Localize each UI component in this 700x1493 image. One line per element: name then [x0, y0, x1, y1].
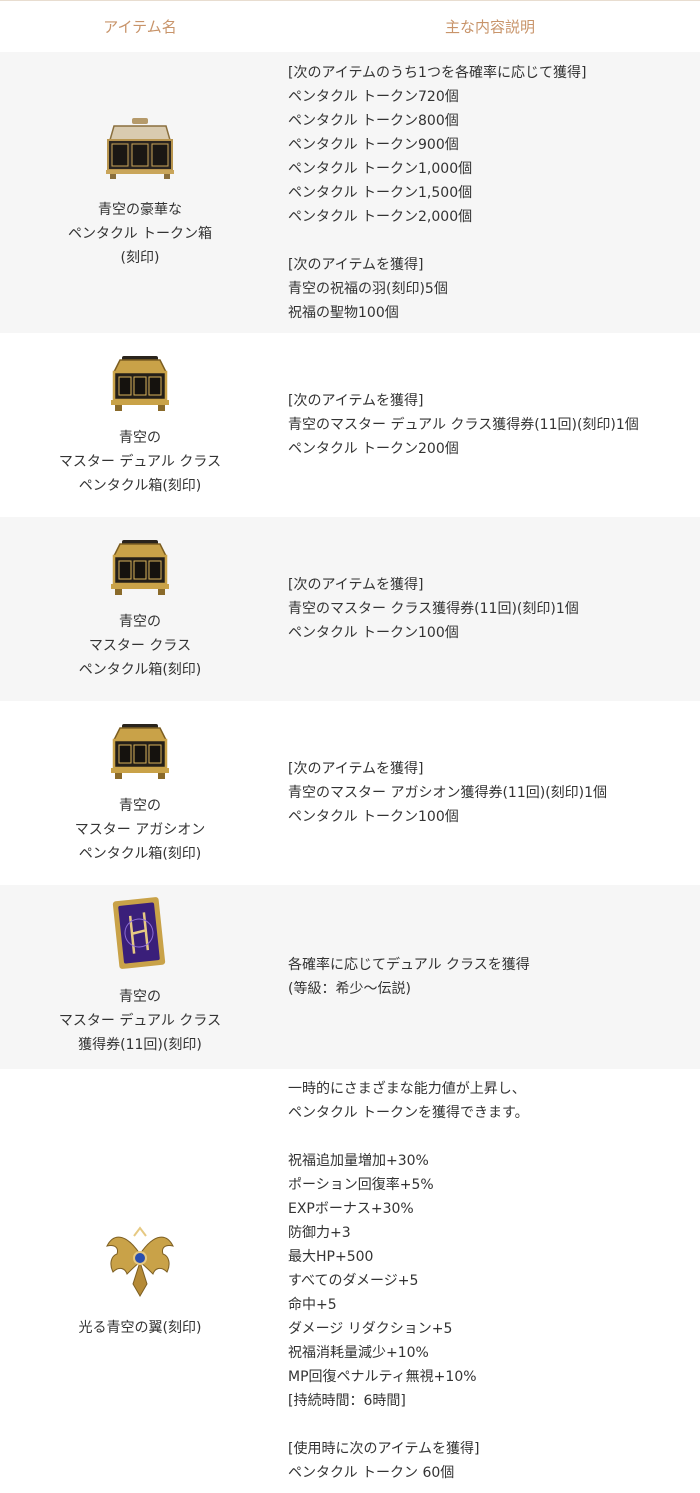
header-item-name: アイテム名 — [103, 18, 177, 36]
description-cell: 一時的にさまざまな能力値が上昇し、 ペンタクル トークンを獲得できます。 祝福追… — [280, 1077, 700, 1485]
item-description: [次のアイテムを獲得] 青空のマスター デュアル クラス獲得券(11回)(刻印)… — [288, 393, 639, 457]
gold-chest-icon — [111, 540, 169, 595]
item-name: 光る青空の翼(刻印) — [78, 1320, 202, 1336]
item-cell: 青空の マスター クラス ペンタクル箱(刻印) — [0, 536, 280, 682]
item-table: アイテム名 主な内容説明 青空の豪華な ペンタクル トークン箱 (刻印) [次の… — [0, 0, 700, 1493]
item-name: 青空の マスター クラス ペンタクル箱(刻印) — [78, 614, 202, 678]
item-name: 青空の マスター デュアル クラス ペンタクル箱(刻印) — [58, 430, 222, 494]
gold-chest-icon — [111, 356, 169, 411]
item-description: [次のアイテムを獲得] 青空のマスター アガシオン獲得券(11回)(刻印)1個 … — [288, 761, 608, 825]
table-row: 青空の豪華な ペンタクル トークン箱 (刻印) [次のアイテムのうち1つを各確率… — [0, 52, 700, 333]
table-row: 青空の マスター クラス ペンタクル箱(刻印) [次のアイテムを獲得] 青空のマ… — [0, 517, 700, 701]
luxury-chest-icon — [106, 117, 174, 179]
item-name: 青空の マスター アガシオン ペンタクル箱(刻印) — [74, 798, 206, 862]
table-header: アイテム名 主な内容説明 — [0, 0, 700, 52]
item-cell: 青空の豪華な ペンタクル トークン箱 (刻印) — [0, 116, 280, 270]
item-name: 青空の マスター デュアル クラス 獲得券(11回)(刻印) — [58, 989, 222, 1053]
item-description: [次のアイテムのうち1つを各確率に応じて獲得] ペンタクル トークン720個 ペ… — [288, 64, 587, 321]
description-cell: [次のアイテムのうち1つを各確率に応じて獲得] ペンタクル トークン720個 ペ… — [280, 61, 700, 325]
table-row: 青空の マスター デュアル クラス ペンタクル箱(刻印) [次のアイテムを獲得]… — [0, 333, 700, 517]
item-description: 一時的にさまざまな能力値が上昇し、 ペンタクル トークンを獲得できます。 祝福追… — [288, 1081, 529, 1481]
table-row: 青空の マスター アガシオン ペンタクル箱(刻印) [次のアイテムを獲得] 青空… — [0, 701, 700, 885]
item-cell: 光る青空の翼(刻印) — [0, 1222, 280, 1340]
description-cell: 各確率に応じてデュアル クラスを獲得 (等級：希少～伝説) — [280, 953, 700, 1001]
item-description: 各確率に応じてデュアル クラスを獲得 (等級：希少～伝説) — [288, 957, 530, 997]
item-cell: 青空の マスター デュアル クラス ペンタクル箱(刻印) — [0, 352, 280, 498]
item-description: [次のアイテムを獲得] 青空のマスター クラス獲得券(11回)(刻印)1個 ペン… — [288, 577, 579, 641]
item-cell: 青空の マスター デュアル クラス 獲得券(11回)(刻印) — [0, 897, 280, 1057]
gold-chest-icon — [111, 724, 169, 779]
description-cell: [次のアイテムを獲得] 青空のマスター クラス獲得券(11回)(刻印)1個 ペン… — [280, 573, 700, 645]
item-name: 青空の豪華な ペンタクル トークン箱 (刻印) — [67, 201, 213, 266]
wings-icon — [106, 1226, 174, 1297]
table-row: 青空の マスター デュアル クラス 獲得券(11回)(刻印) 各確率に応じてデュ… — [0, 885, 700, 1069]
purple-card-icon — [112, 897, 166, 969]
description-cell: [次のアイテムを獲得] 青空のマスター アガシオン獲得券(11回)(刻印)1個 … — [280, 757, 700, 829]
header-description: 主な内容説明 — [444, 18, 535, 36]
description-cell: [次のアイテムを獲得] 青空のマスター デュアル クラス獲得券(11回)(刻印)… — [280, 389, 700, 461]
item-cell: 青空の マスター アガシオン ペンタクル箱(刻印) — [0, 720, 280, 866]
table-row: 光る青空の翼(刻印) 一時的にさまざまな能力値が上昇し、 ペンタクル トークンを… — [0, 1069, 700, 1493]
